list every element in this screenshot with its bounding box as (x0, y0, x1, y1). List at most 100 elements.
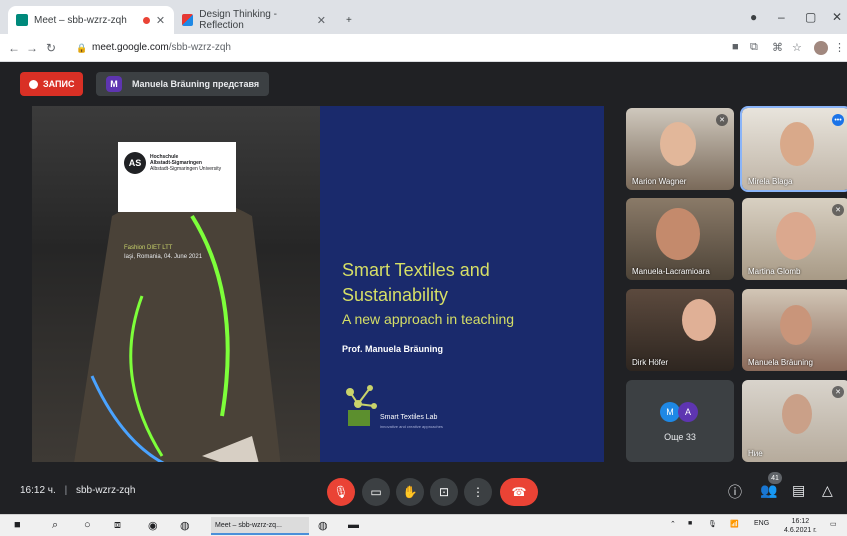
meeting-time: 16:12 ч. (20, 485, 56, 496)
info-icon[interactable]: ⓘ (728, 482, 742, 502)
clock-date: 4.6.2021 г. (784, 527, 817, 534)
activities-icon[interactable]: △ (822, 482, 833, 499)
more-participants-tile[interactable]: M A Още 33 (626, 380, 734, 462)
participant-video (656, 208, 700, 260)
avatar[interactable] (814, 41, 828, 55)
smart-textiles-lab-logo-icon (346, 385, 377, 426)
profile-circle-icon[interactable]: ● (750, 10, 757, 24)
taskbar-meet-window[interactable]: Meet – sbb-wzrz-zq... (211, 517, 309, 535)
caption-place-date: Iaşi, Romania, 04. June 2021 (124, 254, 203, 260)
logo-line: Albstadt-Sigmaringen University (150, 166, 222, 172)
meet-control-bar: 16:12 ч. | sbb-wzrz-zqh 🎙 ▭ ✋ ⊡ ⋮ ☎ ⓘ 41… (0, 470, 847, 514)
slide-subtitle: A new approach in teaching (342, 311, 515, 327)
participant-name: Manuela-Lacramioara (632, 267, 710, 276)
restore-icon[interactable]: ▢ (805, 10, 816, 24)
chat-icon[interactable]: ▤ (792, 482, 805, 499)
title-line: Sustainability (342, 285, 449, 305)
task-view-icon[interactable]: ⧈ (114, 519, 121, 532)
participant-name: Marion Wagner (632, 177, 687, 186)
participant-video (780, 122, 814, 166)
design-favicon-icon (182, 14, 194, 26)
speaking-indicator-icon: ••• (832, 114, 844, 126)
cortana-icon[interactable]: ○ (84, 519, 91, 531)
recording-button[interactable]: ЗАПИС (20, 72, 84, 96)
language-indicator[interactable]: ENG (754, 520, 769, 527)
mic-off-icon: 🎙 (333, 485, 349, 499)
participant-name: Ние (748, 449, 763, 458)
self-view-tile[interactable]: ✕ Ние (742, 380, 847, 462)
extensions-icon[interactable]: ⌘ (772, 41, 783, 54)
mic-muted-icon: ✕ (716, 114, 728, 126)
forward-icon[interactable]: → (26, 41, 38, 55)
present-button[interactable]: ⊡ (430, 478, 458, 506)
presenting-label: Manuela Bräuning представя (132, 79, 260, 89)
close-tab-icon[interactable]: ✕ (317, 14, 326, 27)
plus-icon: + (346, 14, 352, 26)
tray-app-icon[interactable]: ■ (688, 520, 692, 527)
participant-video (782, 394, 812, 434)
chrome-icon[interactable]: ◍ (180, 519, 190, 532)
participant-name: Manuela Bräuning (748, 358, 813, 367)
minimize-icon[interactable]: – (778, 10, 785, 24)
meet-favicon-icon (16, 14, 28, 26)
slide-caption: Fashion DIET LTT Iaşi, Romania, 04. June… (124, 244, 202, 262)
meeting-code: sbb-wzrz-zqh (75, 485, 136, 496)
participant-tile[interactable]: Manuela Bräuning (742, 289, 847, 371)
new-tab-button[interactable]: + (338, 6, 360, 34)
participant-avatars: M A (660, 402, 698, 422)
presenter-avatar: M (106, 76, 122, 92)
cast-icon[interactable]: ⧉ (750, 41, 758, 54)
hang-up-icon: ☎ (511, 485, 527, 499)
back-icon[interactable]: ← (8, 41, 20, 55)
reload-icon[interactable]: ↻ (46, 41, 56, 55)
presenting-chip[interactable]: M Manuela Bräuning представя (96, 72, 270, 96)
participant-name: Martina Glomb (748, 267, 801, 276)
camera-icon: ▭ (370, 485, 382, 499)
people-icon[interactable]: 👥 (760, 482, 777, 499)
taskbar-app-label: Meet – sbb-wzrz-zq... (215, 521, 282, 529)
menu-kebab-icon[interactable]: ⋮ (834, 41, 845, 54)
lab-name: Smart Textiles Lab (380, 414, 438, 421)
tab-title: Design Thinking - Reflection (199, 9, 277, 31)
chrome-icon[interactable]: ◍ (318, 519, 328, 532)
camera-indicator-icon[interactable]: ■ (732, 41, 739, 53)
meeting-info: 16:12 ч. | sbb-wzrz-zqh (20, 485, 135, 496)
raise-hand-button[interactable]: ✋ (396, 478, 424, 506)
more-options-button[interactable]: ⋮ (464, 478, 492, 506)
tab-meet[interactable]: Meet – sbb-wzrz-zqh ✕ (8, 6, 174, 34)
avatar: A (678, 402, 698, 422)
participant-video (780, 305, 812, 345)
notifications-icon[interactable]: ▭ (830, 520, 837, 528)
clock[interactable]: 16:12 4.6.2021 г. (784, 517, 817, 535)
camera-button[interactable]: ▭ (362, 478, 390, 506)
windows-start-icon[interactable]: ■ (14, 519, 21, 531)
os-taskbar: ■ ⌕ ○ ⧈ ◉ ◍ Meet – sbb-wzrz-zq... ◍ ▬ ⌃ … (0, 514, 847, 536)
search-icon[interactable]: ⌕ (52, 519, 58, 532)
camera-app-icon[interactable]: ◉ (148, 519, 158, 532)
tab-design-thinking[interactable]: Design Thinking - Reflection ✕ (174, 6, 334, 34)
recording-indicator-icon (142, 16, 150, 24)
participant-tile[interactable]: Dirk Höfer (626, 289, 734, 371)
participant-tile[interactable]: Manuela-Lacramioara (626, 198, 734, 280)
participant-tile[interactable]: ••• Mirela Blaga (740, 106, 847, 192)
file-explorer-icon[interactable]: ▬ (348, 519, 359, 531)
participant-tile[interactable]: ✕ Marion Wagner (626, 108, 734, 190)
network-icon[interactable]: 📶 (730, 520, 739, 528)
close-tab-icon[interactable]: ✕ (156, 14, 165, 27)
participant-tile[interactable]: ✕ Martina Glomb (742, 198, 847, 280)
mic-off-button[interactable]: 🎙 (327, 478, 355, 506)
bookmark-star-icon[interactable]: ☆ (792, 41, 802, 54)
logo-text: Hochschule Albstadt-Sigmaringen Albstadt… (150, 154, 221, 172)
university-logo-icon: AS (124, 152, 146, 174)
close-window-icon[interactable]: ✕ (832, 10, 842, 24)
lock-icon: 🔒 (76, 43, 88, 53)
microphone-icon[interactable]: 🎙 (708, 520, 717, 528)
url-field[interactable]: meet.google.com/sbb-wzrz-zqh (92, 42, 231, 53)
separator: | (64, 485, 68, 496)
tray-chevron-icon[interactable]: ⌃ (670, 520, 676, 528)
leave-call-button[interactable]: ☎ (500, 478, 538, 506)
avatar: M (660, 402, 680, 422)
record-icon (29, 79, 38, 89)
mic-muted-icon: ✕ (832, 386, 844, 398)
participant-video (682, 299, 716, 341)
